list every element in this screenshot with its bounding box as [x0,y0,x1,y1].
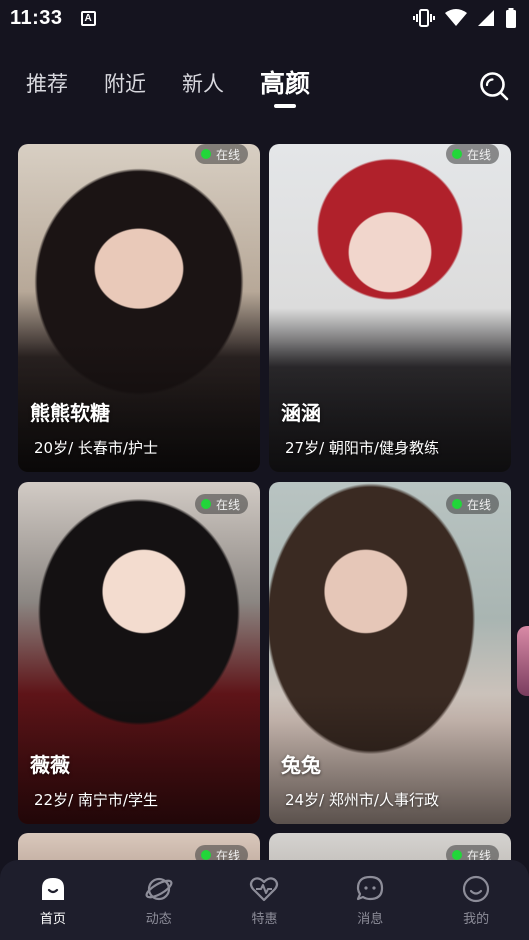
nav-label: 首页 [39,912,66,927]
status-time: 11:33 [10,6,63,29]
signal-icon [478,10,494,26]
nav-item-profile[interactable]: 我的 [423,860,529,940]
profile-card[interactable]: 在线 涵涵 27岁/ 朝阳市/健身教练 [269,144,511,472]
category-tabs: 推荐 附近 新人 高颜 [26,62,346,106]
tab-recommend[interactable]: 推荐 [26,62,68,106]
wifi-icon [445,9,467,26]
nav-item-deals[interactable]: 特惠 [212,860,318,940]
online-badge: 在线 [194,144,248,164]
nav-item-moments[interactable]: 动态 [106,860,212,940]
online-badge: 在线 [445,144,499,164]
profile-name: 兔兔 [281,753,321,777]
profile-smile-icon [462,875,490,903]
app-screen: 11:33 A 推荐 附近 新人 高颜 在线 熊熊软糖 20岁/ 长春市/护士 … [0,0,529,940]
online-dot-icon [451,149,462,159]
online-dot-icon [451,850,462,860]
online-dot-icon [451,499,462,509]
heart-pulse-icon [250,877,279,902]
profile-info: 24岁/ 郑州市/人事行政 [285,791,439,809]
tab-newcomers[interactable]: 新人 [182,62,224,106]
status-icons [413,8,517,28]
profile-name: 薇薇 [30,753,70,777]
online-dot-icon [200,499,211,509]
profile-name: 涵涵 [281,401,321,425]
online-badge: 在线 [445,494,499,514]
nav-label: 消息 [357,912,384,927]
profile-card[interactable]: 在线 薇薇 22岁/ 南宁市/学生 [18,482,260,824]
tab-high-looks[interactable]: 高颜 [260,62,310,106]
profile-name: 熊熊软糖 [30,401,110,425]
tab-nearby[interactable]: 附近 [104,62,146,106]
nav-item-home[interactable]: 首页 [0,860,106,940]
home-icon [41,878,64,900]
vibrate-icon [413,9,435,27]
profile-card[interactable]: 在线 熊熊软糖 20岁/ 长春市/护士 [18,144,260,472]
profile-info: 27岁/ 朝阳市/健身教练 [285,439,439,457]
planet-icon [145,877,173,901]
status-bar: 11:33 A [0,0,529,36]
nav-label: 我的 [463,912,490,927]
profile-card[interactable]: 在线 兔兔 24岁/ 郑州市/人事行政 [269,482,511,824]
battery-icon [506,8,516,28]
profile-info: 20岁/ 长春市/护士 [34,439,158,457]
online-dot-icon [200,850,211,860]
chat-bubble-icon [357,875,384,901]
online-badge: 在线 [194,494,248,514]
nav-item-messages[interactable]: 消息 [317,860,423,940]
search-icon[interactable] [479,71,509,101]
bottom-nav: 首页 动态 特惠 消息 我的 [0,860,529,940]
nav-label: 动态 [145,912,172,927]
online-dot-icon [200,149,211,159]
notification-a-icon: A [80,10,96,26]
nav-label: 特惠 [251,912,278,927]
profile-info: 22岁/ 南宁市/学生 [34,791,158,809]
floating-side-widget[interactable] [517,626,529,696]
